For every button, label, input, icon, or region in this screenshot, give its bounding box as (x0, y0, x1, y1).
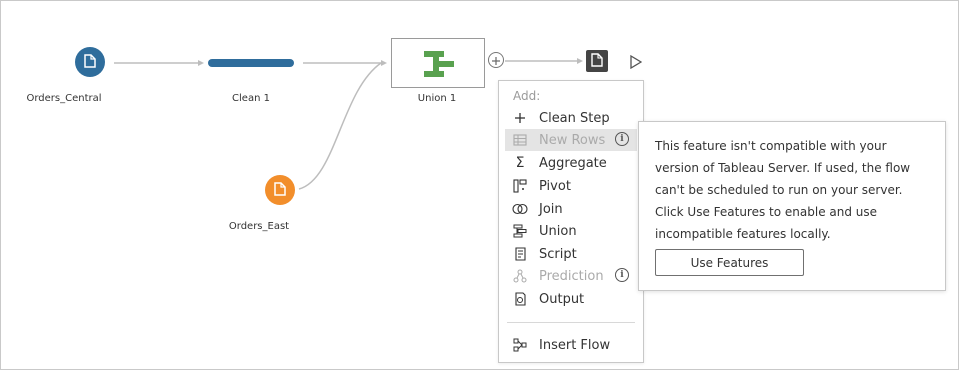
incompatible-feature-tooltip: This feature isn't compatible with your … (638, 121, 946, 291)
pivot-icon (512, 178, 528, 194)
orders-east-node[interactable] (265, 175, 295, 205)
info-icon[interactable]: i (615, 268, 629, 282)
plus-icon (491, 51, 501, 70)
union-icon (512, 223, 528, 239)
tooltip-line: This feature isn't compatible with your (655, 139, 887, 153)
menu-item-pivot[interactable]: Pivot (505, 175, 637, 197)
union1-node[interactable] (391, 38, 485, 88)
plus-icon (512, 110, 528, 126)
menu-item-label: Join (539, 201, 563, 217)
menu-item-insert-flow[interactable]: Insert Flow (505, 334, 637, 356)
menu-item-label: Pivot (539, 178, 571, 194)
use-features-button[interactable]: Use Features (655, 249, 804, 276)
output-node[interactable] (586, 50, 608, 72)
menu-item-aggregate[interactable]: Σ Aggregate (505, 152, 637, 174)
file-icon (84, 53, 96, 72)
menu-item-label: Clean Step (539, 110, 610, 126)
orders-central-label: Orders_Central (26, 93, 102, 104)
link-arrow (577, 58, 583, 64)
script-icon (512, 246, 528, 262)
tooltip-message: This feature isn't compatible with your … (655, 135, 940, 245)
join-icon (512, 201, 528, 217)
flow-canvas[interactable]: Orders_Central Clean 1 Orders_East Union… (0, 0, 959, 370)
link-east-union (298, 62, 382, 190)
menu-item-script[interactable]: Script (505, 243, 637, 265)
menu-item-label: Insert Flow (539, 337, 611, 353)
menu-item-label: Prediction (539, 268, 604, 284)
link-arrow (381, 60, 387, 66)
tooltip-line: version of Tableau Server. If used, the … (655, 161, 911, 175)
clean1-label: Clean 1 (232, 93, 270, 104)
union1-label: Union 1 (417, 93, 457, 104)
menu-item-label: Union (539, 223, 577, 239)
tooltip-line: incompatible features locally. (655, 227, 831, 241)
menu-header: Add: (513, 89, 541, 103)
menu-item-output[interactable]: Output (505, 288, 637, 310)
menu-item-new-rows[interactable]: New Rows i (505, 129, 637, 151)
menu-item-label: Script (539, 246, 577, 262)
tooltip-line: can't be scheduled to run on your server… (655, 183, 903, 197)
prediction-icon (512, 268, 528, 284)
orders-central-node[interactable] (75, 47, 105, 77)
file-icon (274, 181, 286, 200)
new-rows-icon (512, 132, 528, 148)
clean1-node[interactable] (208, 59, 294, 67)
insert-flow-icon (512, 337, 528, 353)
menu-item-union[interactable]: Union (505, 220, 637, 242)
sigma-icon: Σ (515, 155, 525, 171)
add-step-button[interactable] (488, 52, 504, 68)
play-icon[interactable] (630, 54, 643, 73)
menu-item-prediction[interactable]: Prediction i (505, 265, 637, 287)
orders-east-label: Orders_East (228, 221, 290, 232)
info-icon[interactable]: i (615, 132, 629, 146)
menu-item-join[interactable]: Join (505, 198, 637, 220)
tooltip-line: Click Use Features to enable and use (655, 205, 878, 219)
menu-item-label: Aggregate (539, 155, 607, 171)
add-step-menu: Add: Clean Step New Rows i Σ Aggregate P… (498, 80, 644, 363)
menu-item-label: Output (539, 291, 585, 307)
menu-divider (507, 322, 635, 323)
link-arrow (198, 60, 204, 66)
union-icon (424, 51, 456, 81)
menu-item-clean-step[interactable]: Clean Step (505, 107, 637, 129)
menu-item-label: New Rows (539, 132, 606, 148)
output-icon (512, 291, 528, 307)
output-file-icon (591, 52, 603, 71)
